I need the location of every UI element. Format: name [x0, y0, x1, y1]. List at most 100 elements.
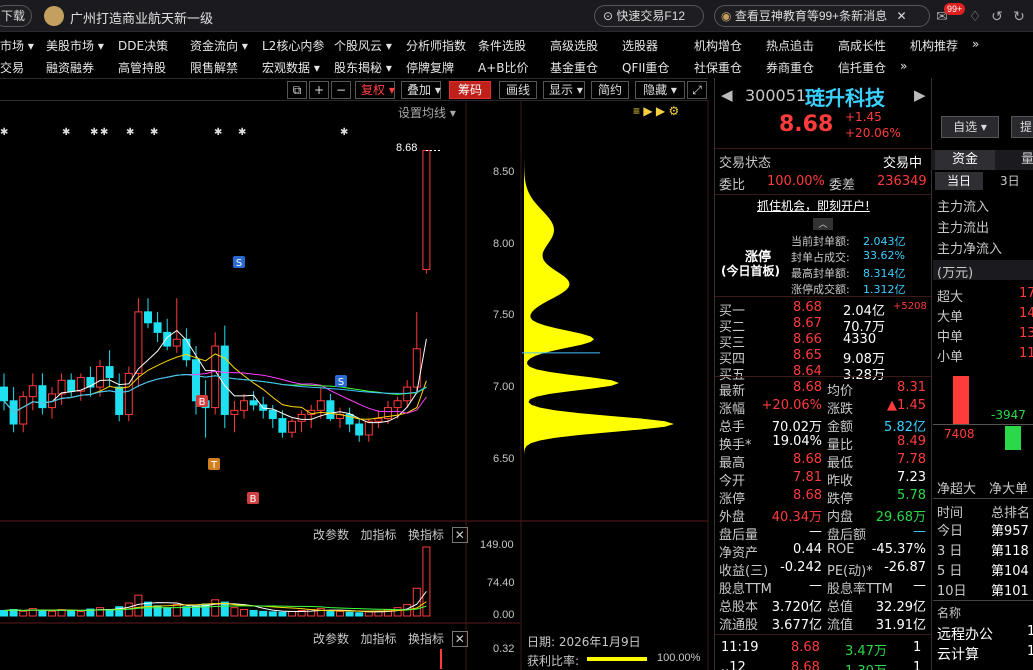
stat-value: 8.68	[793, 488, 822, 503]
menu-trade[interactable]: 交易	[0, 59, 24, 76]
overlay-button[interactable]: 叠加 ▾	[401, 81, 441, 99]
kline-chart[interactable]: ✱ ✱ ✱ ✱ ✱ ✱ ✱ ✱ ✱SSBBT	[0, 101, 710, 670]
subtab-today[interactable]: 当日	[935, 172, 983, 190]
profit-ratio-bar	[587, 657, 647, 661]
menu-selector[interactable]: 选股器	[622, 37, 658, 54]
skin-icon[interactable]: ♢	[966, 7, 984, 25]
menu-analyst[interactable]: 分析师指数	[406, 37, 466, 54]
stock-code: 300051	[745, 86, 807, 105]
subtab-3day[interactable]: 3日	[1000, 172, 1020, 190]
edit-param-button-2[interactable]: 改参数	[313, 632, 349, 646]
fund-size-value: 17	[1019, 286, 1033, 301]
tab-volume[interactable]: 量	[1021, 150, 1033, 170]
trade-status-label: 交易状态	[719, 156, 772, 171]
stat-label: 最高	[719, 456, 746, 471]
download-button[interactable]: 下载	[0, 5, 32, 27]
hide-button[interactable]: 隐藏 ▾	[635, 81, 685, 99]
draw-line-button[interactable]: 画线	[499, 81, 537, 99]
candle-body	[105, 366, 114, 379]
price-change: +1.45	[845, 110, 882, 124]
rank-value: 第101	[991, 584, 1029, 599]
volume-bar	[326, 609, 335, 617]
menu-holders[interactable]: 股东揭秘 ▾	[334, 59, 392, 76]
volume-bar	[48, 610, 56, 617]
prev-stock-icon[interactable]: ◀	[721, 86, 733, 104]
lock-icon[interactable]: ⧉	[287, 81, 307, 99]
simple-button[interactable]: 简约	[591, 81, 629, 99]
chip-tools[interactable]: ≡ ▶ ▶ ⚙	[633, 104, 679, 118]
menu-ab[interactable]: A+B比价	[478, 59, 529, 76]
switch-indicator-button[interactable]: 换指标	[408, 528, 444, 542]
switch-indicator-button-2[interactable]: 换指标	[408, 632, 444, 646]
volume-bar	[240, 609, 248, 617]
zoom-in-icon[interactable]: +	[309, 81, 329, 99]
close-indicator-icon[interactable]: ✕	[451, 527, 468, 543]
zoom-out-icon[interactable]: −	[331, 81, 351, 99]
menu-hot[interactable]: 热点追击	[766, 37, 814, 54]
tick-volume: 1.30万	[845, 660, 887, 670]
stat-value: 3.677亿	[771, 618, 822, 633]
limit-up-subtitle: (今日首板)	[721, 264, 780, 278]
collapse-icon[interactable]: ︿	[813, 218, 833, 230]
news-notification[interactable]: ◉ 查看豆神教育等99+条新消息 ✕	[714, 5, 930, 27]
menu-inst-rec[interactable]: 机构推荐	[910, 37, 958, 54]
menu-macro[interactable]: 宏观数据 ▾	[262, 59, 320, 76]
menu-us-market[interactable]: 美股市场 ▾	[46, 37, 104, 54]
concept-label[interactable]: 远程办公	[937, 624, 993, 644]
candle-body	[220, 345, 229, 415]
ad-headline[interactable]: 广州打造商业航天新一级	[70, 8, 213, 27]
indicator-bar-2: 改参数 加指标 换指标 ✕	[313, 630, 468, 647]
menu-social[interactable]: 社保重仓	[694, 59, 742, 76]
forward-icon[interactable]: ↻	[1010, 7, 1028, 25]
stat-value: —	[913, 524, 926, 539]
fullscreen-icon[interactable]: ⤢	[687, 81, 707, 99]
menu-row-2: 交易 融资融券 高管持股 限售解禁 宏观数据 ▾ 股东揭秘 ▾ 停牌复牌 A+B…	[0, 56, 1033, 77]
menu-stock-news[interactable]: 个股风云 ▾	[334, 37, 392, 54]
chip-settings-icon[interactable]: ≡ ▶ ▶ ⚙	[633, 104, 679, 118]
next-stock-icon[interactable]: ▶	[914, 86, 926, 104]
book-price: 8.65	[793, 348, 822, 363]
menu-more-2[interactable]: »	[900, 59, 907, 73]
wc-label: 委差	[829, 178, 856, 193]
menu-adv-select[interactable]: 高级选股	[550, 37, 598, 54]
extra-button[interactable]: 提	[1011, 116, 1033, 138]
watchlist-button[interactable]: 自选 ▾	[941, 116, 999, 138]
menu-suspend[interactable]: 停牌复牌	[406, 59, 454, 76]
add-indicator-button[interactable]: 加指标	[360, 528, 396, 542]
menu-more[interactable]: »	[972, 37, 979, 51]
menu-condition[interactable]: 条件选股	[478, 37, 526, 54]
menu-dde[interactable]: DDE决策	[118, 37, 168, 54]
menu-fund-flow[interactable]: 资金流向 ▾	[190, 37, 248, 54]
stat-value: 0.44	[793, 542, 822, 557]
menu-broker[interactable]: 券商重仓	[766, 59, 814, 76]
menu-growth[interactable]: 高成长性	[838, 37, 886, 54]
back-icon[interactable]: ↺	[988, 7, 1006, 25]
quick-trade-button[interactable]: ⊙ 快速交易F12	[594, 5, 704, 27]
concept-label[interactable]: 云计算	[937, 644, 979, 664]
edit-param-button[interactable]: 改参数	[313, 528, 349, 542]
menu-trust[interactable]: 信托重仓	[838, 59, 886, 76]
chips-button[interactable]: 筹码	[449, 81, 491, 99]
menu-exec-hold[interactable]: 高管持股	[118, 59, 166, 76]
volume-bar	[163, 607, 172, 617]
menu-l2[interactable]: L2核心内参	[262, 37, 324, 54]
volume-bar	[211, 599, 220, 617]
restore-rights-button[interactable]: 复权 ▾	[355, 81, 395, 99]
menu-margin[interactable]: 融资融券	[46, 59, 94, 76]
add-indicator-button-2[interactable]: 加指标	[360, 632, 396, 646]
candle-body	[249, 400, 258, 406]
close-indicator-icon-2[interactable]: ✕	[451, 631, 468, 647]
candle-body	[297, 413, 306, 422]
menu-qfii[interactable]: QFII重仓	[622, 59, 669, 76]
menu-fund-heavy[interactable]: 基金重仓	[550, 59, 598, 76]
limit-value-1: 2.043亿	[863, 235, 906, 248]
menu-inst-add[interactable]: 机构增仓	[694, 37, 742, 54]
set-ma-button[interactable]: 设置均线 ▾	[398, 104, 456, 121]
close-icon[interactable]: ✕	[897, 9, 907, 23]
menu-unlock[interactable]: 限售解禁	[190, 59, 238, 76]
indicator-bar	[440, 649, 442, 669]
open-account-link[interactable]: 抓住机会，即刻开户!	[757, 197, 870, 214]
menu-market[interactable]: 市场 ▾	[0, 37, 34, 54]
display-button[interactable]: 显示 ▾	[543, 81, 585, 99]
tab-fund[interactable]: 资金	[935, 150, 995, 170]
